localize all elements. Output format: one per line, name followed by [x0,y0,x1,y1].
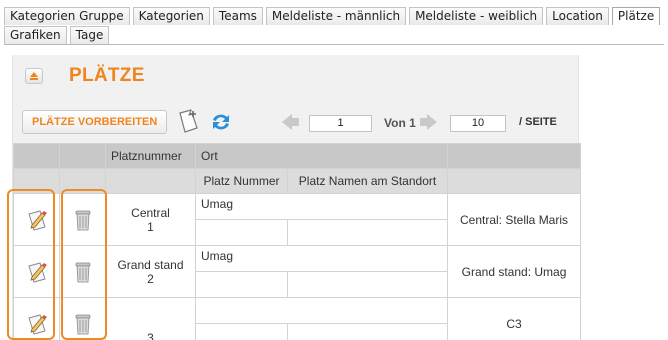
place-number: 2 [147,271,154,286]
delete-cell [59,193,106,246]
tab-row-1: Kategorien Gruppe Kategorien Teams Melde… [4,7,664,25]
page-title: PLÄTZE [69,65,145,86]
header-summary-col [447,143,582,169]
tab-kategorien-gruppe[interactable]: Kategorien Gruppe [4,7,130,25]
trash-icon[interactable] [74,313,92,335]
edit-icon[interactable] [26,261,48,283]
place-name: Grand stand [117,257,184,272]
place-name-cell: 3 [105,297,196,340]
header-platz-namen: Platz Namen am Standort [286,168,449,194]
platz-nummer-cell [195,271,288,298]
tab-tage[interactable]: Tage [69,26,110,44]
new-document-icon[interactable] [176,108,200,134]
place-name: Central [131,205,170,220]
page-count-label: Von 1 [384,116,416,130]
tab-kategorien[interactable]: Kategorien [132,7,210,25]
next-page-icon[interactable] [419,113,439,131]
tab-grafiken[interactable]: Grafiken [4,26,67,44]
panel-header: PLÄTZE [13,55,578,100]
place-name-cell: Grand stand 2 [105,245,196,298]
plaetze-table: Platznummer Ort Platz Nummer Platz Namen… [13,143,582,340]
table-row: 3 C3 [13,297,582,340]
platz-namen-cell [286,219,449,246]
prepare-plaetze-button[interactable]: PLÄTZE VORBEREITEN [22,110,168,134]
place-name-cell: Central 1 [105,193,196,246]
platz-namen-cell [286,271,449,298]
ort-cell: Umag [194,245,449,272]
delete-cell [59,245,106,298]
trash-icon[interactable] [74,261,92,283]
ort-cell [194,297,449,324]
edit-cell [13,297,60,340]
tab-divider [4,44,664,45]
page-size-input[interactable]: 10 [450,115,506,132]
platz-namen-cell [286,323,449,340]
place-number: 3 [147,331,154,340]
platz-nummer-cell [195,219,288,246]
place-number: 1 [147,219,154,234]
header-platz-nummer: Platz Nummer [195,168,288,194]
place-summary: Grand stand: Umag [447,245,582,298]
edit-cell [13,193,60,246]
tab-location[interactable]: Location [546,7,609,25]
plaetze-panel: PLÄTZE PLÄTZE VORBEREITEN 1 Von 1 10 / S… [12,55,582,340]
header-ort: Ort [194,143,449,169]
header-platznummer: Platznummer [105,143,196,169]
per-page-label: / SEITE [519,116,557,128]
subheader-blank [105,168,196,194]
tab-row-2: Grafiken Tage [4,26,664,44]
prev-page-icon[interactable] [280,113,300,131]
header-edit-col [13,143,60,169]
delete-cell [59,297,106,340]
subheader-blank [13,168,60,194]
trash-icon[interactable] [74,209,92,231]
edit-icon[interactable] [26,209,48,231]
subheader-blank [59,168,106,194]
header-delete-col [59,143,106,169]
toolbar: PLÄTZE VORBEREITEN 1 Von 1 10 / SEITE [13,105,578,140]
table-subheader-row: Platz Nummer Platz Namen am Standort [13,168,582,194]
edit-cell [13,245,60,298]
place-summary: C3 [447,297,582,340]
tab-teams[interactable]: Teams [212,7,263,25]
edit-icon[interactable] [26,313,48,335]
tab-plaetze[interactable]: Plätze [611,7,661,25]
table-row: Central 1 Umag Central: Stella Maris [13,193,582,246]
page-number-input[interactable]: 1 [309,115,372,132]
subheader-blank [447,168,582,194]
collapse-icon[interactable] [25,68,43,84]
table-row: Grand stand 2 Umag Grand stand: Umag [13,245,582,298]
tab-bar: Kategorien Gruppe Kategorien Teams Melde… [4,7,664,44]
tab-meldeliste-weiblich[interactable]: Meldeliste - weiblich [409,7,544,25]
place-summary: Central: Stella Maris [447,193,582,246]
tab-meldeliste-maennlich[interactable]: Meldeliste - männlich [265,7,407,25]
table-header-row: Platznummer Ort [13,143,582,169]
ort-cell: Umag [194,193,449,220]
platz-nummer-cell [195,323,288,340]
refresh-icon[interactable] [209,110,233,134]
